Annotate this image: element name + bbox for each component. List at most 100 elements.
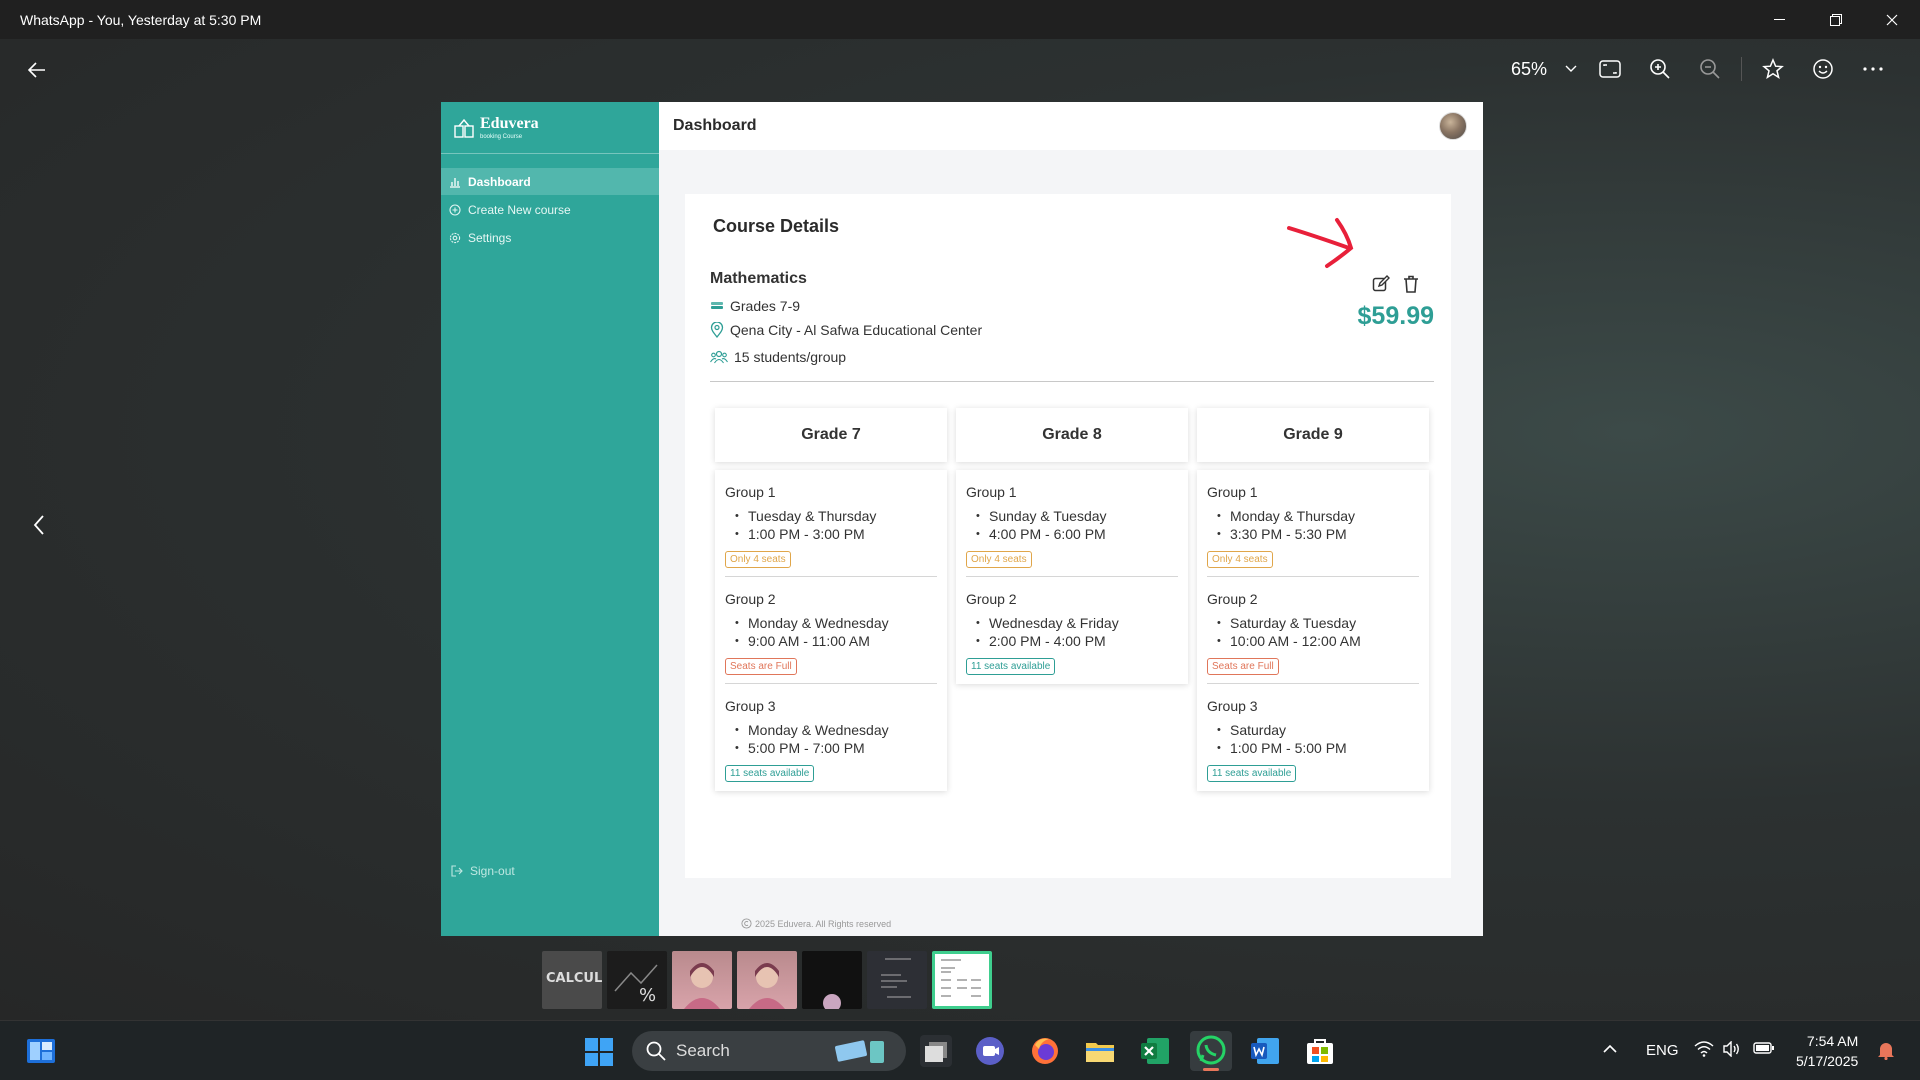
topbar: Dashboard	[659, 102, 1483, 150]
group-item[interactable]: Group 3 Saturday1:00 PM - 5:00 PM 11 sea…	[1207, 684, 1419, 791]
thumbnail-selected[interactable]	[932, 951, 992, 1009]
group-item[interactable]: Group 1 Tuesday & Thursday1:00 PM - 3:00…	[725, 470, 937, 577]
emoji-react-icon[interactable]	[1798, 51, 1848, 87]
signout-icon	[451, 865, 463, 877]
location-pin-icon	[710, 322, 724, 338]
sidebar-item-create-course[interactable]: Create New course	[441, 196, 659, 223]
users-icon	[710, 350, 728, 364]
word-icon[interactable]	[1249, 1035, 1281, 1067]
teams-icon[interactable]	[974, 1035, 1006, 1067]
restore-button[interactable]	[1808, 0, 1864, 39]
signout-label: Sign-out	[470, 864, 515, 878]
annotation-arrow-icon	[1287, 218, 1354, 268]
course-details-card: Course Details Mathematics Grades 7-9 Qe…	[685, 194, 1451, 878]
divider	[710, 381, 1434, 382]
group-time: 9:00 AM - 11:00 AM	[735, 632, 937, 650]
grade-column-9: Grade 9 Group 1 Monday & Thursday3:30 PM…	[1197, 408, 1429, 791]
group-title: Group 2	[725, 591, 776, 607]
sidebar-item-settings[interactable]: Settings	[441, 224, 659, 251]
window-controls	[1752, 0, 1920, 39]
taskbar-search[interactable]: Search	[632, 1031, 906, 1071]
sidebar-item-dashboard[interactable]: Dashboard	[441, 168, 659, 195]
thumbnail[interactable]	[672, 951, 732, 1009]
trash-icon[interactable]	[1401, 274, 1421, 294]
search-highlight-icon	[835, 1040, 884, 1063]
group-title: Group 2	[1207, 591, 1258, 607]
thumbnail[interactable]	[802, 951, 862, 1009]
section-title: Course Details	[713, 216, 840, 236]
page-title: Dashboard	[673, 117, 757, 134]
course-price: $59.99	[1357, 302, 1434, 330]
document-image-icon	[941, 959, 981, 997]
zoom-out-icon[interactable]	[1685, 51, 1735, 87]
start-button[interactable]	[585, 1038, 613, 1071]
copyright-icon	[741, 918, 752, 929]
group-item[interactable]: Group 3 Monday & Wednesday5:00 PM - 7:00…	[725, 684, 937, 791]
thumbnail[interactable]: CALCULA	[542, 951, 602, 1009]
seats-badge: Only 4 seats	[1207, 551, 1273, 568]
grade-header: Grade 9	[1197, 408, 1429, 462]
seats-badge: Seats are Full	[725, 658, 797, 675]
calculator-image-icon: %	[614, 964, 658, 1006]
seats-badge: 11 seats available	[966, 658, 1056, 675]
group-item[interactable]: Group 1 Monday & Thursday3:30 PM - 5:30 …	[1207, 470, 1419, 577]
course-name: Mathematics	[710, 270, 807, 287]
course-grades: Grades 7-9	[710, 298, 800, 314]
avatar[interactable]	[1439, 112, 1467, 140]
plus-circle-icon	[449, 203, 461, 216]
brand-name: Eduvera	[480, 115, 539, 132]
svg-text:%: %	[639, 985, 656, 1006]
zoom-level[interactable]: 65%	[1511, 59, 1547, 80]
fit-to-window-icon[interactable]	[1585, 51, 1635, 87]
thumbnail[interactable]	[737, 951, 797, 1009]
sidebar-nav: Dashboard Create New course Settings	[441, 168, 659, 251]
group-item[interactable]: Group 2 Saturday & Tuesday10:00 AM - 12:…	[1207, 577, 1419, 684]
chevron-down-icon[interactable]	[1557, 51, 1585, 87]
thumbnail[interactable]: %	[607, 951, 667, 1009]
person-photo-icon	[823, 994, 841, 1009]
widgets-icon[interactable]	[26, 1038, 56, 1064]
excel-icon[interactable]	[1139, 1035, 1171, 1067]
edit-icon[interactable]	[1371, 274, 1391, 294]
file-explorer-icon[interactable]	[1084, 1035, 1116, 1067]
system-clock[interactable]: 7:54 AM 5/17/2025	[1796, 1031, 1858, 1071]
toolbar-separator	[1741, 57, 1742, 81]
minimize-button[interactable]	[1752, 0, 1808, 39]
close-button[interactable]	[1864, 0, 1920, 39]
volume-icon[interactable]	[1723, 1040, 1741, 1061]
language-indicator[interactable]: ENG	[1646, 1042, 1679, 1059]
person-photo-icon	[684, 963, 720, 1009]
signout-link[interactable]: Sign-out	[451, 864, 515, 878]
group-list: Group 1 Monday & Thursday3:30 PM - 5:30 …	[1197, 470, 1429, 791]
thumbnail[interactable]	[867, 951, 927, 1009]
star-icon[interactable]	[1748, 51, 1798, 87]
seats-badge: 11 seats available	[725, 765, 815, 782]
viewer-toolbar: 65%	[0, 39, 1920, 99]
course-capacity: 15 students/group	[710, 349, 846, 365]
battery-icon[interactable]	[1753, 1041, 1775, 1059]
notification-bell-icon[interactable]	[1877, 1040, 1895, 1064]
group-item[interactable]: Group 2 Monday & Wednesday9:00 AM - 11:0…	[725, 577, 937, 684]
course-location: Qena City - Al Safwa Educational Center	[710, 322, 982, 338]
group-days: Wednesday & Friday	[976, 614, 1178, 632]
firefox-icon[interactable]	[1029, 1035, 1061, 1067]
show-hidden-icons-icon[interactable]	[1603, 1041, 1617, 1058]
group-title: Group 1	[1207, 484, 1258, 500]
group-title: Group 3	[725, 698, 776, 714]
back-arrow-icon[interactable]	[24, 57, 50, 83]
shared-screenshot: Eduvera booking Course Dashboard Create …	[441, 102, 1483, 936]
whatsapp-icon[interactable]	[1190, 1031, 1232, 1071]
zoom-in-icon[interactable]	[1635, 51, 1685, 87]
more-options-icon[interactable]	[1848, 51, 1898, 87]
group-title: Group 1	[966, 484, 1017, 500]
grade-header: Grade 7	[715, 408, 947, 462]
previous-image-icon[interactable]	[26, 512, 52, 538]
gear-icon	[449, 232, 461, 243]
grade-column-7: Grade 7 Group 1 Tuesday & Thursday1:00 P…	[715, 408, 947, 791]
wifi-icon[interactable]	[1694, 1041, 1714, 1061]
group-list: Group 1 Sunday & Tuesday4:00 PM - 6:00 P…	[956, 470, 1188, 684]
group-item[interactable]: Group 1 Sunday & Tuesday4:00 PM - 6:00 P…	[966, 470, 1178, 577]
group-item[interactable]: Group 2 Wednesday & Friday2:00 PM - 4:00…	[966, 577, 1178, 684]
microsoft-store-icon[interactable]	[1304, 1035, 1336, 1067]
task-view-icon[interactable]	[920, 1035, 952, 1067]
